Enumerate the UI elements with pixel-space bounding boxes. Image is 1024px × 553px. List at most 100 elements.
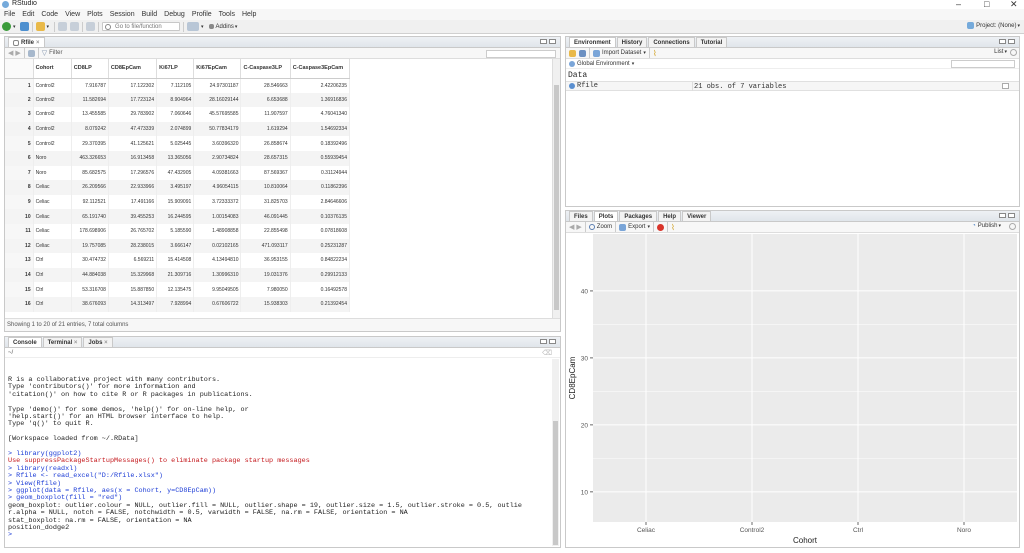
addins-menu[interactable]: Addins ▾: [208, 24, 237, 30]
maximize-pane-icon[interactable]: [549, 39, 556, 44]
view-table-icon[interactable]: [1002, 83, 1009, 89]
menu-session[interactable]: Session: [110, 11, 135, 18]
export-dropdown-icon[interactable]: ▾: [647, 224, 650, 230]
tab-plots[interactable]: Plots: [593, 211, 619, 221]
goto-file-input[interactable]: Go to file/function: [102, 22, 181, 31]
minimize-icon[interactable]: –: [956, 0, 961, 9]
back-arrow-icon[interactable]: ◀: [8, 49, 13, 57]
maximize-pane-icon[interactable]: [1008, 39, 1015, 44]
tab-viewer[interactable]: Viewer: [682, 211, 712, 221]
publish-button[interactable]: ◔ Publish ▾: [972, 223, 1001, 229]
plot-panel: [593, 234, 1017, 522]
menu-plots[interactable]: Plots: [87, 11, 103, 18]
tab-environment[interactable]: Environment: [569, 37, 616, 47]
clear-console-icon[interactable]: ⌫: [542, 349, 552, 357]
open-workspace-icon[interactable]: [569, 49, 576, 57]
column-header[interactable]: C-Caspase3LP: [240, 59, 291, 79]
column-header[interactable]: C-Caspase3EpCam: [290, 59, 351, 79]
layout-grid-icon[interactable]: [187, 22, 200, 31]
tab-tutorial[interactable]: Tutorial: [695, 37, 728, 47]
save-workspace-icon[interactable]: [579, 49, 586, 57]
open-file-dropdown-icon[interactable]: ▾: [47, 24, 50, 30]
new-project-icon[interactable]: [19, 22, 29, 31]
data-scrollbar-thumb[interactable]: [554, 85, 559, 310]
table-cell: 10.810064: [240, 180, 291, 195]
remove-plot-icon[interactable]: [656, 223, 664, 231]
table-cell: 28.546663: [240, 78, 291, 93]
new-file-dropdown-icon[interactable]: ▾: [13, 24, 16, 30]
project-menu[interactable]: Project: (None) ▾: [967, 22, 1020, 29]
env-item-row[interactable]: Rfile 21 obs. of 7 variables: [566, 81, 1019, 91]
clear-plots-broom-icon[interactable]: ⌇: [671, 223, 675, 232]
tab-connections[interactable]: Connections: [648, 37, 695, 47]
column-header[interactable]: Cohort: [33, 59, 72, 79]
tab-packages[interactable]: Packages: [619, 211, 658, 221]
terminal-close-icon[interactable]: ×: [74, 340, 78, 346]
menu-view[interactable]: View: [65, 11, 80, 18]
filter-icon[interactable]: ▽: [42, 49, 47, 57]
list-view-dropdown[interactable]: List ▾: [994, 49, 1007, 55]
scope-dropdown-icon[interactable]: ▾: [632, 61, 635, 67]
console-output[interactable]: R is a collaborative project with many c…: [5, 358, 560, 546]
broom-icon[interactable]: ⌇: [653, 49, 657, 58]
data-search-input[interactable]: [486, 50, 556, 58]
menu-file[interactable]: File: [4, 11, 15, 18]
minimize-pane-icon[interactable]: [999, 213, 1006, 218]
tab-help[interactable]: Help: [658, 211, 682, 221]
tab-close-icon[interactable]: ×: [36, 39, 40, 47]
menu-build[interactable]: Build: [142, 11, 158, 18]
layout-dropdown-icon[interactable]: ▾: [201, 24, 204, 30]
minimize-pane-icon[interactable]: [999, 39, 1006, 44]
maximize-pane-icon[interactable]: [549, 339, 556, 344]
menu-edit[interactable]: Edit: [22, 11, 34, 18]
save-icon[interactable]: [58, 22, 68, 31]
menu-code[interactable]: Code: [41, 11, 58, 18]
tab-history[interactable]: History: [616, 37, 648, 47]
next-plot-icon[interactable]: ▶: [576, 223, 581, 231]
table-cell: Celiac: [33, 180, 72, 195]
data-vertical-scrollbar[interactable]: [552, 59, 560, 320]
open-file-icon[interactable]: [35, 22, 45, 31]
import-dropdown-icon[interactable]: ▾: [643, 50, 646, 56]
table-cell: 2.42206235: [290, 78, 351, 93]
env-item-name[interactable]: Rfile: [577, 82, 695, 90]
forward-arrow-icon[interactable]: ▶: [15, 49, 20, 57]
minimize-pane-icon[interactable]: [540, 39, 547, 44]
tab-help-label: Help: [663, 214, 677, 220]
tab-terminal[interactable]: Terminal ×: [42, 337, 83, 347]
column-header[interactable]: CD8LP: [71, 59, 109, 79]
print-icon[interactable]: [86, 22, 96, 31]
console-scrollbar[interactable]: [552, 359, 559, 546]
maximize-pane-icon[interactable]: [1008, 213, 1015, 218]
jobs-close-icon[interactable]: ×: [104, 340, 108, 346]
menu-tools[interactable]: Tools: [219, 11, 235, 18]
menu-help[interactable]: Help: [242, 11, 256, 18]
expand-icon[interactable]: [569, 83, 575, 89]
column-header[interactable]: Ki67EpCam: [193, 59, 242, 79]
column-header[interactable]: Ki67LP: [156, 59, 195, 79]
console-pane: Console Terminal × Jobs × ~/ ⌫ R is a co…: [4, 336, 561, 548]
minimize-pane-icon[interactable]: [540, 339, 547, 344]
refresh-plot-icon[interactable]: [1009, 223, 1016, 230]
tab-rfile[interactable]: Rfile ×: [8, 37, 45, 47]
menu-debug[interactable]: Debug: [164, 11, 185, 18]
refresh-icon[interactable]: [27, 49, 35, 57]
save-all-icon[interactable]: [70, 22, 80, 31]
menu-profile[interactable]: Profile: [192, 11, 212, 18]
tab-files[interactable]: Files: [569, 211, 593, 221]
tab-console[interactable]: Console: [8, 337, 42, 347]
tab-jobs[interactable]: Jobs ×: [83, 337, 113, 347]
column-header[interactable]: CD8EpCam: [108, 59, 158, 79]
refresh-env-icon[interactable]: [1010, 49, 1017, 56]
console-scrollbar-thumb[interactable]: [553, 421, 558, 545]
new-file-icon[interactable]: [2, 22, 11, 31]
maximize-icon[interactable]: □: [984, 0, 989, 9]
environment-scope-dropdown[interactable]: Global Environment: [577, 61, 630, 67]
filter-label[interactable]: Filter: [49, 50, 62, 56]
env-search-input[interactable]: [951, 60, 1015, 68]
export-button[interactable]: Export: [628, 224, 645, 230]
prev-plot-icon[interactable]: ◀: [569, 223, 574, 231]
table-cell: 4.76041340: [290, 107, 351, 122]
zoom-button[interactable]: Zoom: [597, 224, 612, 230]
import-dataset-button[interactable]: Import Dataset: [602, 50, 641, 56]
